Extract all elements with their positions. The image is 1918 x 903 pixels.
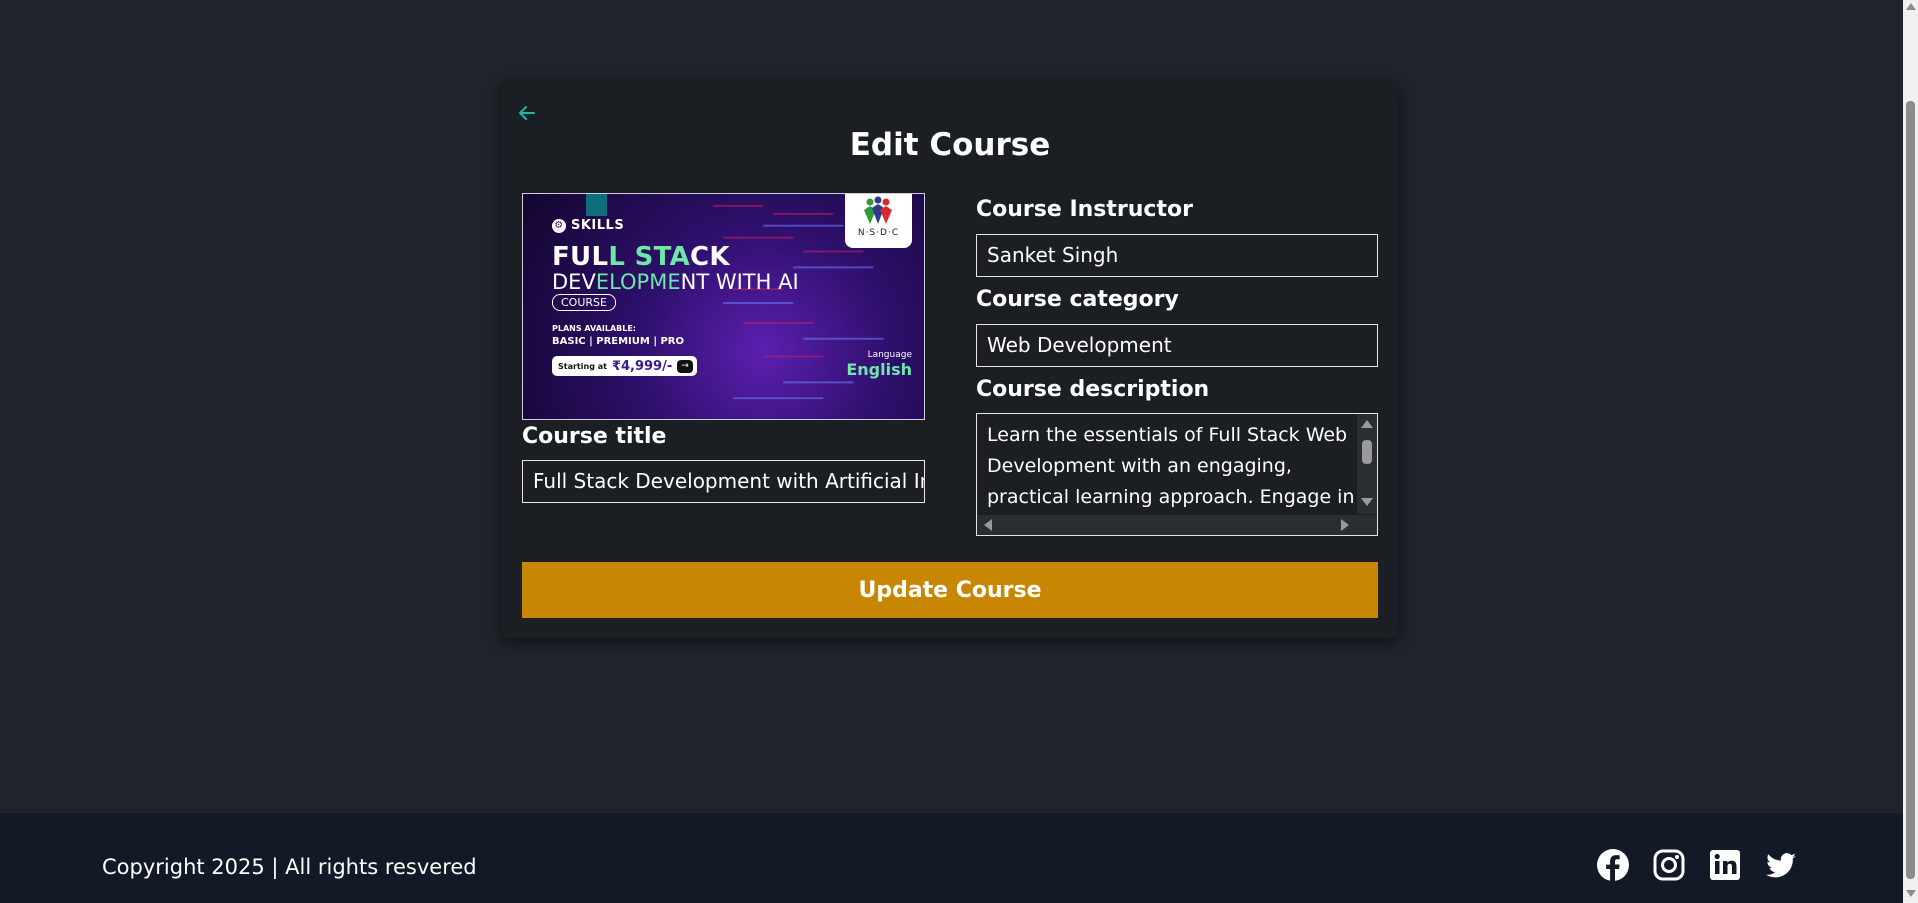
scroll-right-icon[interactable] [1341,519,1349,531]
people-icon [864,196,892,224]
facebook-icon [1597,849,1629,881]
course-title-input[interactable]: Full Stack Development with Artificial I… [522,460,925,503]
course-category-label: Course category [976,287,1179,312]
twitter-link[interactable] [1764,848,1798,882]
page-scroll-up-icon[interactable] [1906,3,1916,10]
plans-list: BASIC | PREMIUM | PRO [552,336,684,347]
nsdc-logo: N·S·D·C [845,194,912,248]
course-thumbnail: ⚙ SKILLS FULL STACK DEVELOPMENT WITH AI … [522,193,925,420]
instagram-icon [1653,849,1685,881]
course-description-label: Course description [976,377,1210,402]
thumbnail-headline: FULL STACK [552,242,730,272]
edit-course-card: Edit Course ⚙ SKILLS FULL STACK DEVELOPM… [501,81,1399,638]
course-instructor-label: Course Instructor [976,197,1193,222]
scroll-left-icon[interactable] [984,519,992,531]
thumbnail-pill: COURSE [552,294,616,311]
course-category-input[interactable]: Web Development [976,324,1378,367]
page-scroll-thumb[interactable] [1906,101,1915,879]
back-button[interactable] [513,99,541,127]
textarea-vertical-scrollbar[interactable] [1357,414,1377,514]
instagram-link[interactable] [1652,848,1686,882]
arrow-right-icon: → [677,359,693,373]
twitter-icon [1766,853,1796,878]
textarea-scroll-thumb[interactable] [1362,440,1372,464]
thumbnail-subheadline: DEVELOPMENT WITH AI [552,270,799,294]
arrow-left-icon [519,106,535,120]
language-badge: Language English [846,350,912,379]
scroll-up-icon[interactable] [1361,420,1373,428]
social-links [1596,848,1798,882]
course-description-textarea[interactable]: Learn the essentials of Full Stack Web D… [976,413,1378,536]
brand-text: SKILLS [571,218,625,233]
linkedin-icon [1710,850,1740,880]
brand-logo-icon: ⚙ [552,218,566,233]
price-tag: Starting at ₹4,999/- → [552,356,697,376]
price-prefix: Starting at [558,361,607,371]
nsdc-text: N·S·D·C [857,228,900,238]
page-scrollbar[interactable] [1903,0,1918,903]
footer: Copyright 2025 | All rights resvered [0,813,1903,903]
linkedin-link[interactable] [1708,848,1742,882]
course-instructor-input[interactable]: Sanket Singh [976,234,1378,277]
course-title-label: Course title [522,424,667,449]
page-scroll-down-icon[interactable] [1906,890,1916,897]
language-label: Language [867,350,912,360]
page: Edit Course ⚙ SKILLS FULL STACK DEVELOPM… [0,0,1903,903]
facebook-link[interactable] [1596,848,1630,882]
page-title: Edit Course [849,127,1051,163]
price-value: ₹4,999/- [611,358,673,374]
plans-label: PLANS AVAILABLE: [552,324,637,333]
update-course-button[interactable]: Update Course [522,562,1378,618]
thumbnail-accent-tab [586,194,607,216]
course-description-text: Learn the essentials of Full Stack Web D… [987,424,1355,508]
textarea-horizontal-scrollbar[interactable] [977,515,1377,535]
language-value: English [846,360,912,379]
copyright-text: Copyright 2025 | All rights resvered [102,855,477,879]
scroll-down-icon[interactable] [1361,498,1373,506]
thumbnail-brand: ⚙ SKILLS [552,218,624,233]
